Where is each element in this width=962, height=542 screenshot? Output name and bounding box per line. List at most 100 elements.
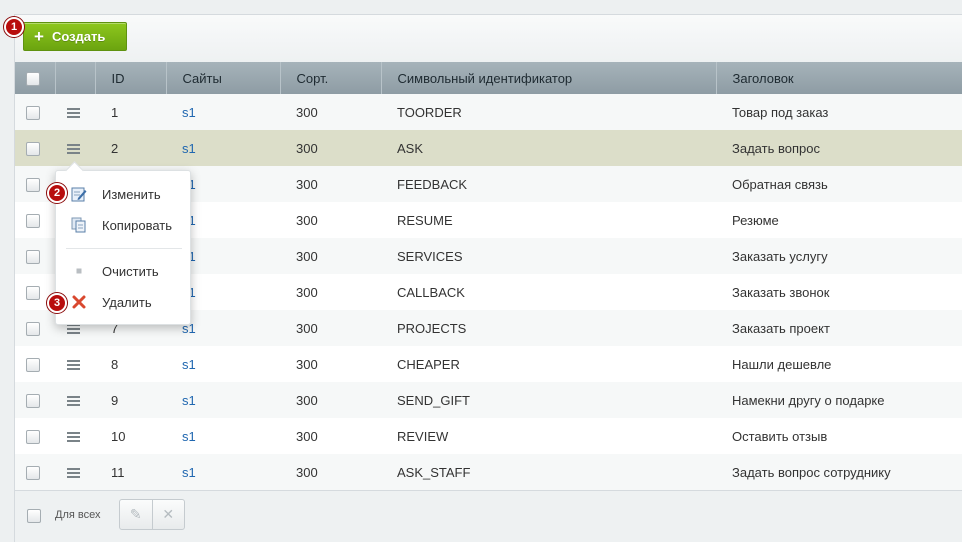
row-checkbox-cell — [15, 94, 55, 130]
cell-site[interactable]: s1 — [166, 418, 280, 454]
menu-icon[interactable] — [67, 466, 80, 480]
step-badge-1: 1 — [4, 17, 24, 37]
cell-sort: 300 — [280, 382, 381, 418]
menu-item-delete[interactable]: Удалить — [56, 290, 192, 314]
table-row[interactable]: 2 s1 300 ASK Задать вопрос — [15, 130, 962, 166]
row-checkbox[interactable] — [26, 357, 40, 372]
column-id[interactable]: ID — [95, 62, 167, 94]
edit-icon — [71, 186, 87, 202]
menu-item-clear-label: Очистить — [102, 263, 159, 279]
table-row[interactable]: 9 s1 300 SEND_GIFT Намекни другу о подарке — [15, 382, 962, 418]
menu-icon[interactable] — [67, 394, 80, 408]
select-all-checkbox[interactable] — [26, 71, 40, 86]
row-checkbox-cell — [15, 346, 55, 382]
cell-site[interactable]: s1 — [166, 346, 280, 382]
cell-title: Обратная связь — [716, 166, 962, 202]
cell-sort: 300 — [280, 166, 381, 202]
cell-title: Оставить отзыв — [716, 418, 962, 454]
cell-sort: 300 — [280, 130, 381, 166]
clear-icon — [71, 263, 87, 279]
row-checkbox[interactable] — [26, 105, 40, 120]
for-all-label: Для всех — [55, 509, 101, 521]
menu-item-clear[interactable]: Очистить — [56, 259, 192, 283]
cell-title: Товар под заказ — [716, 94, 962, 130]
cell-site[interactable]: s1 — [166, 94, 280, 130]
close-icon: ✕ — [162, 506, 175, 522]
cell-id: 9 — [95, 382, 166, 418]
menu-icon[interactable] — [67, 358, 80, 372]
row-checkbox[interactable] — [26, 429, 40, 444]
row-checkbox[interactable] — [26, 141, 40, 156]
cell-id: 11 — [95, 454, 166, 490]
create-button[interactable]: + Создать — [23, 22, 127, 51]
column-sort[interactable]: Сорт. — [280, 62, 382, 94]
table-row[interactable]: 1 s1 300 TOORDER Товар под заказ — [15, 94, 962, 130]
menu-item-copy-label: Копировать — [102, 217, 172, 233]
cell-title: Намекни другу о подарке — [716, 382, 962, 418]
menu-icon[interactable] — [67, 142, 80, 156]
table-row[interactable]: 11 s1 300 ASK_STAFF Задать вопрос сотруднику — [15, 454, 962, 490]
cell-id: 10 — [95, 418, 166, 454]
cell-site[interactable]: s1 — [166, 382, 280, 418]
cell-code: ASK_STAFF — [381, 454, 716, 490]
for-all-checkbox[interactable] — [27, 509, 41, 523]
edit-selected-button[interactable]: ✎ — [120, 500, 152, 529]
cell-code: SERVICES — [381, 238, 716, 274]
row-checkbox-cell — [15, 382, 55, 418]
column-code[interactable]: Символьный идентификатор — [381, 62, 717, 94]
cell-sort: 300 — [280, 94, 381, 130]
cell-sort: 300 — [280, 202, 381, 238]
table-row[interactable]: 8 s1 300 CHEAPER Нашли дешевле — [15, 346, 962, 382]
column-sites[interactable]: Сайты — [166, 62, 281, 94]
select-all-header — [15, 62, 56, 94]
cell-title: Заказать звонок — [716, 274, 962, 310]
table-row[interactable]: 10 s1 300 REVIEW Оставить отзыв — [15, 418, 962, 454]
cell-title: Заказать проект — [716, 310, 962, 346]
toolbar — [14, 14, 962, 62]
cell-code: FEEDBACK — [381, 166, 716, 202]
delete-selected-button[interactable]: ✕ — [151, 500, 185, 529]
cell-code: RESUME — [381, 202, 716, 238]
cell-sort: 300 — [280, 310, 381, 346]
cell-site[interactable]: s1 — [166, 454, 280, 490]
row-context-menu: Изменить Копировать Очистить Удалить — [55, 170, 191, 325]
column-title[interactable]: Заголовок — [716, 62, 962, 94]
pencil-icon: ✎ — [129, 506, 142, 522]
cell-sort: 300 — [280, 418, 381, 454]
plus-icon: + — [34, 27, 44, 46]
row-checkbox-cell — [15, 454, 55, 490]
copy-icon — [71, 217, 87, 233]
row-checkbox[interactable] — [26, 177, 40, 192]
cell-id: 1 — [95, 94, 166, 130]
menu-icon[interactable] — [67, 106, 80, 120]
row-checkbox[interactable] — [26, 249, 40, 264]
row-checkbox[interactable] — [26, 321, 40, 336]
row-checkbox[interactable] — [26, 465, 40, 480]
menu-icon[interactable] — [67, 430, 80, 444]
row-checkbox[interactable] — [26, 213, 40, 228]
row-checkbox-cell — [15, 418, 55, 454]
cell-code: SEND_GIFT — [381, 382, 716, 418]
row-checkbox-cell — [15, 310, 55, 346]
menu-item-edit[interactable]: Изменить — [56, 182, 192, 206]
cell-sort: 300 — [280, 346, 381, 382]
cell-sort: 300 — [280, 454, 381, 490]
cell-code: CHEAPER — [381, 346, 716, 382]
menu-item-copy[interactable]: Копировать — [56, 213, 192, 237]
row-checkbox-cell — [15, 130, 55, 166]
cell-sort: 300 — [280, 238, 381, 274]
create-button-label: Создать — [51, 29, 106, 44]
cell-title: Нашли дешевле — [716, 346, 962, 382]
row-checkbox[interactable] — [26, 285, 40, 300]
row-menu-cell — [55, 382, 95, 418]
cell-title: Заказать услугу — [716, 238, 962, 274]
row-menu-cell — [55, 94, 95, 130]
step-badge-2: 2 — [47, 183, 67, 203]
row-checkbox[interactable] — [26, 393, 40, 408]
table-header: ID Сайты Сорт. Символьный идентификатор … — [15, 62, 962, 94]
cell-site[interactable]: s1 — [166, 130, 280, 166]
row-menu-cell — [55, 130, 95, 166]
table-footer: Для всех ✎ ✕ — [15, 490, 962, 542]
cell-code: CALLBACK — [381, 274, 716, 310]
cell-title: Задать вопрос сотруднику — [716, 454, 962, 490]
